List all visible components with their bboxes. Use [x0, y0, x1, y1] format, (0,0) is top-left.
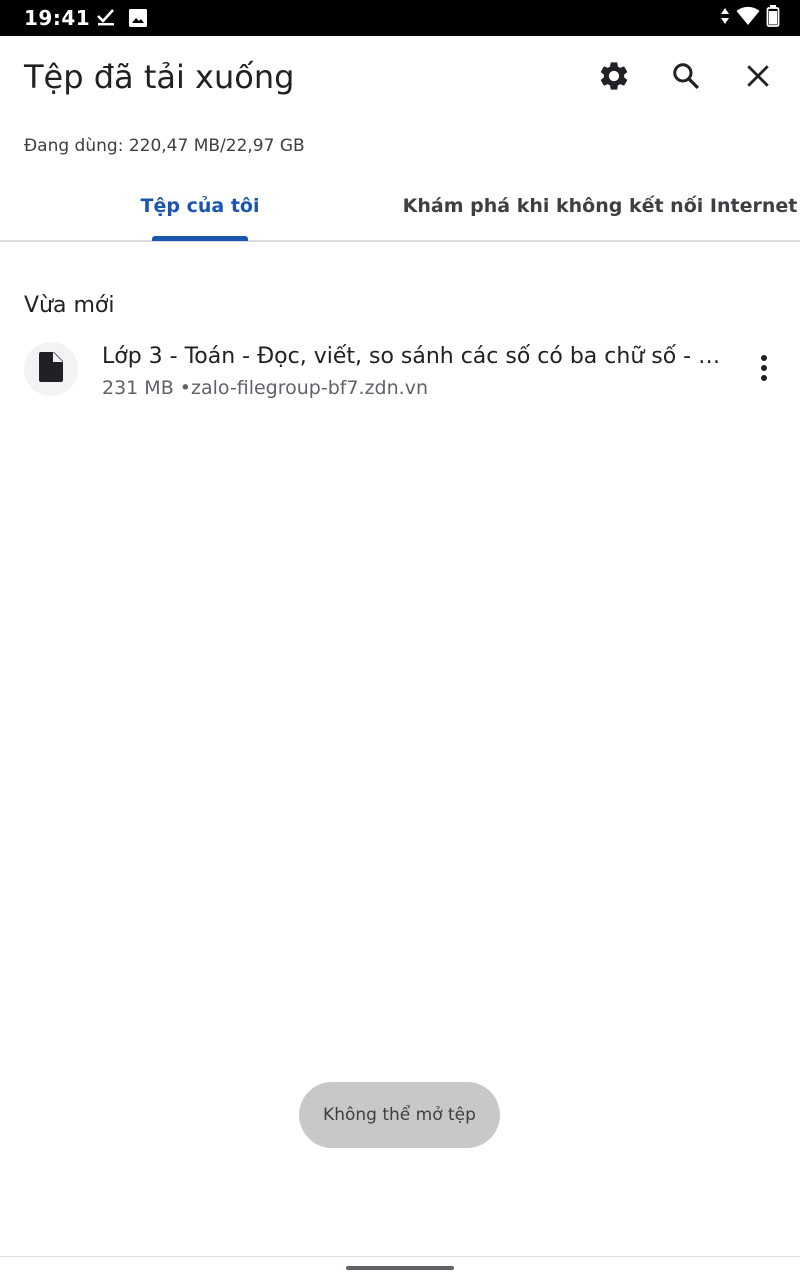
- file-title: Lớp 3 - Toán - Đọc, viết, so sánh các số…: [102, 344, 732, 369]
- status-right-icons: [720, 4, 780, 32]
- close-button[interactable]: [734, 54, 782, 102]
- file-size: 231 MB: [102, 377, 174, 399]
- more-options-button[interactable]: [740, 346, 788, 394]
- nav-bar-divider: [0, 1256, 800, 1257]
- storage-usage-text: Đang dùng: 220,47 MB/22,97 GB: [24, 136, 305, 156]
- tab-selected-indicator: [152, 236, 248, 241]
- file-icon-container: [24, 342, 78, 396]
- meta-separator: •: [179, 377, 191, 399]
- data-arrows-icon: [720, 6, 730, 31]
- tab-bar: Tệp của tôi Khám phá khi không kết nối I…: [0, 172, 800, 242]
- battery-icon: [766, 4, 780, 32]
- download-list-item[interactable]: Lớp 3 - Toán - Đọc, viết, so sánh các số…: [0, 332, 800, 412]
- toast-message: Không thể mở tệp: [299, 1082, 500, 1148]
- file-icon: [39, 351, 63, 387]
- page-title: Tệp đã tải xuống: [24, 58, 295, 96]
- app-bar: Tệp đã tải xuống: [0, 36, 800, 120]
- image-icon: [128, 8, 148, 28]
- tab-explore-offline[interactable]: Khám phá khi không kết nối Internet: [400, 172, 800, 240]
- status-time: 19:41: [24, 6, 91, 30]
- more-vert-icon: [760, 354, 768, 387]
- check-icon: [96, 7, 116, 27]
- settings-icon: [597, 59, 631, 98]
- wifi-icon: [736, 6, 760, 31]
- search-button[interactable]: [662, 54, 710, 102]
- settings-button[interactable]: [590, 54, 638, 102]
- file-source: zalo-filegroup-bf7.zdn.vn: [191, 377, 428, 399]
- section-header-recent: Vừa mới: [24, 293, 115, 318]
- file-meta: 231 MB •zalo-filegroup-bf7.zdn.vn: [102, 377, 428, 399]
- tab-my-files[interactable]: Tệp của tôi: [0, 172, 400, 240]
- close-icon: [745, 63, 771, 94]
- status-bar: 19:41: [0, 0, 800, 36]
- search-icon: [671, 61, 701, 96]
- gesture-nav-handle[interactable]: [346, 1266, 454, 1270]
